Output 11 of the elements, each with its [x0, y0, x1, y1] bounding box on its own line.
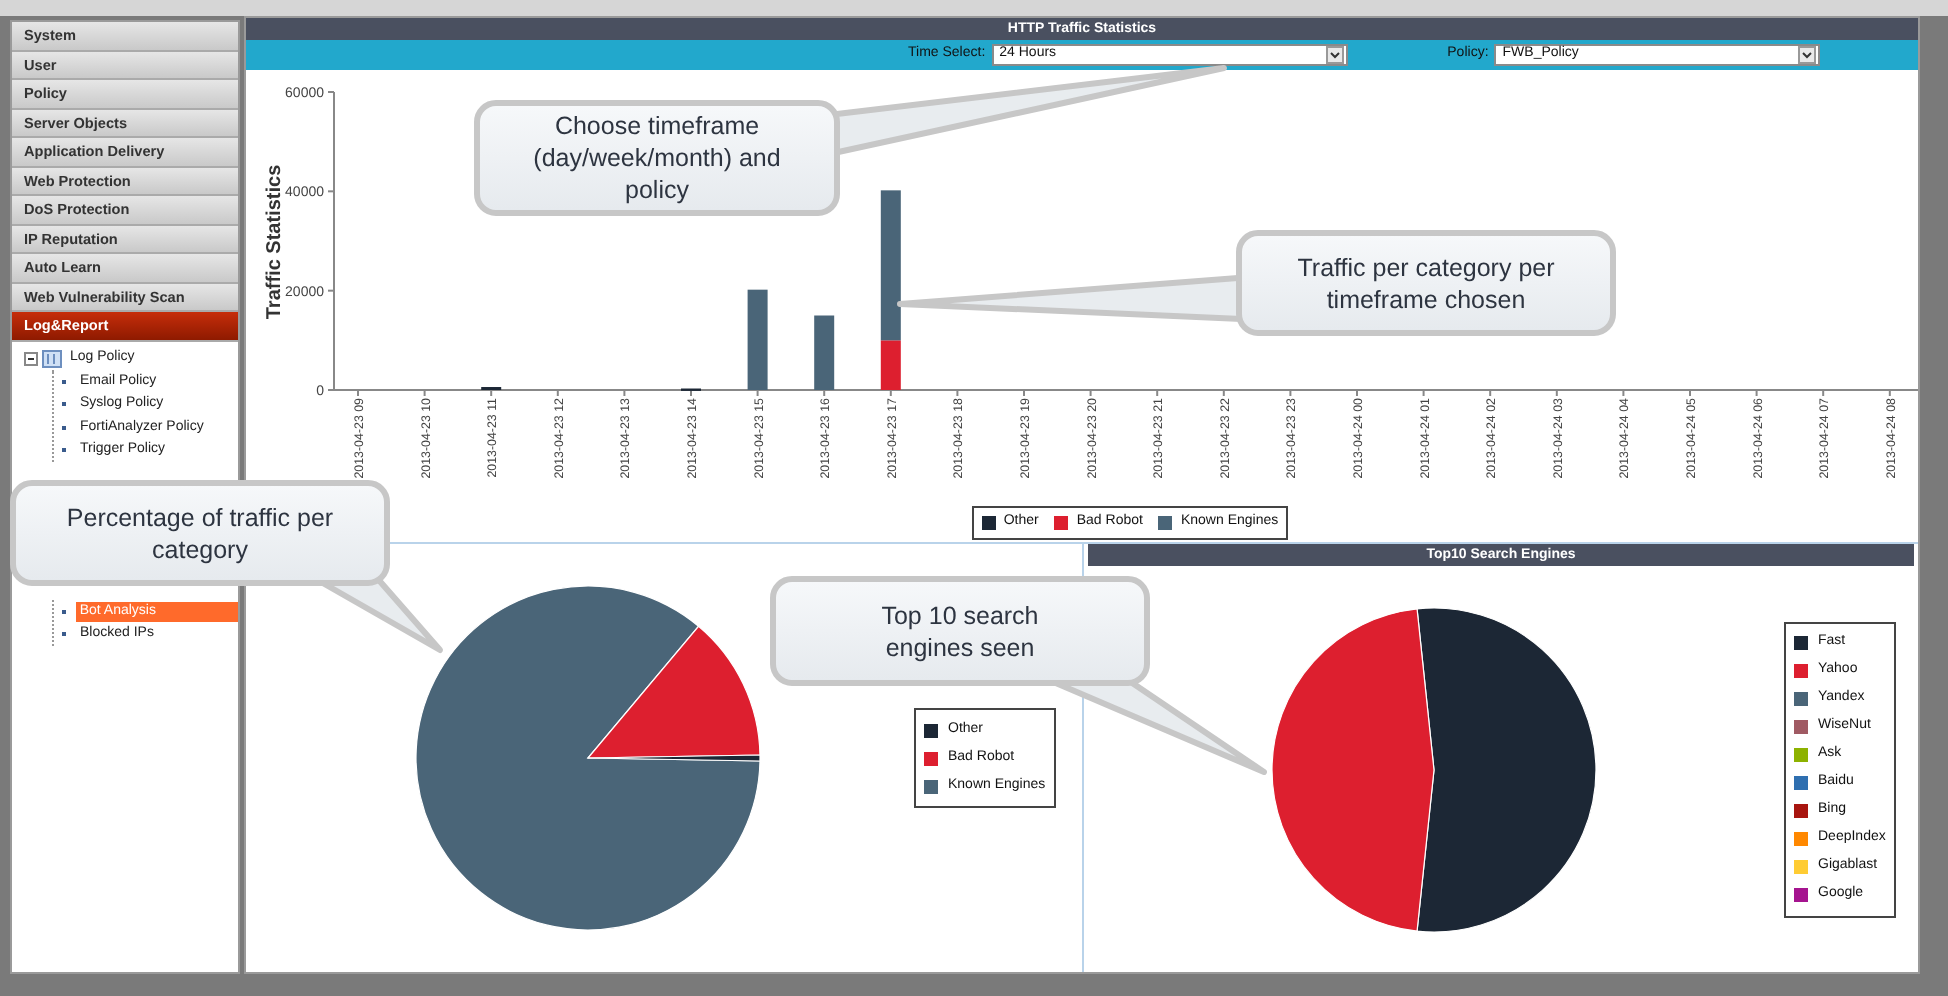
collapse-icon[interactable] — [24, 351, 38, 366]
axis-title: Traffic Statistics — [264, 164, 286, 320]
bar — [814, 315, 835, 390]
caret-icon — [1325, 46, 1344, 64]
callout-text: Traffic per category per timeframe chosen — [1295, 251, 1557, 315]
caret-icon — [1798, 46, 1817, 64]
bar — [747, 289, 768, 390]
callout-text: Percentage of traffic per category — [64, 501, 336, 565]
list-icon — [42, 349, 62, 368]
callout-text: Choose timeframe (day/week/month) and policy — [531, 110, 783, 206]
callout-text: Top 10 search engines seen — [879, 599, 1041, 663]
